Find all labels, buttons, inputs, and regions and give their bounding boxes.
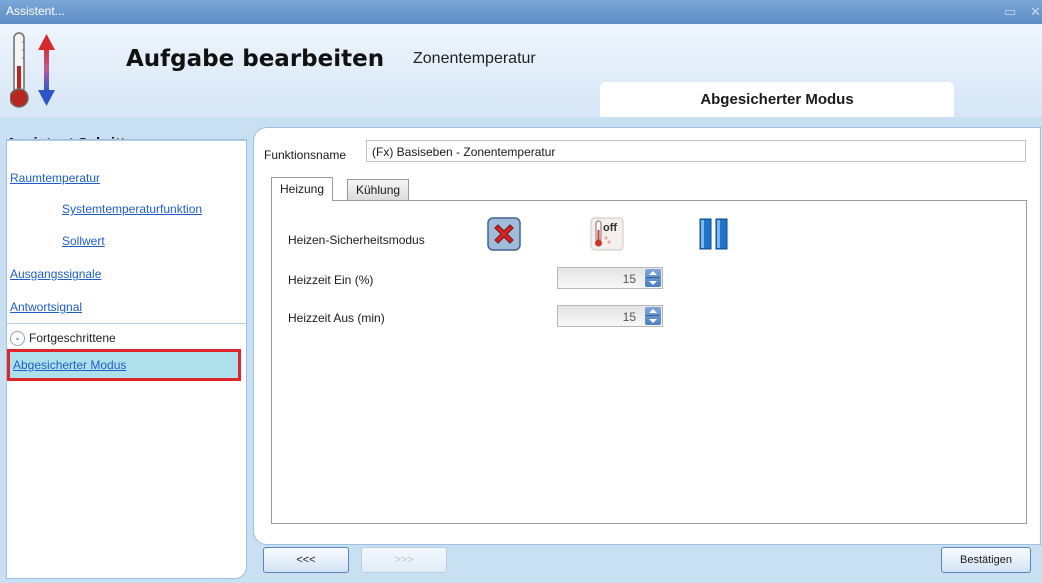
- sidebar-item-abgesicherter-modus[interactable]: Abgesicherter Modus: [13, 358, 126, 372]
- heat-on-stepper[interactable]: 15: [557, 267, 663, 289]
- heat-off-value: 15: [622, 310, 636, 324]
- advanced-section-toggle[interactable]: ⌄ Fortgeschrittene: [10, 331, 116, 347]
- tab-kuehlung[interactable]: Kühlung: [347, 179, 410, 200]
- off-text: off: [603, 222, 617, 234]
- advanced-label: Fortgeschrittene: [29, 331, 116, 345]
- section-tab: Abgesicherter Modus: [600, 82, 954, 117]
- divider: [7, 323, 246, 324]
- next-button[interactable]: >>>: [361, 547, 447, 573]
- window-title-bar: Assistent... ▭ ✕: [0, 0, 1042, 24]
- tab-heizung[interactable]: Heizung: [271, 177, 334, 201]
- divider: [646, 277, 660, 278]
- heat-on-label: Heizzeit Ein (%): [288, 273, 374, 287]
- sidebar-item-selected[interactable]: Abgesicherter Modus: [7, 349, 241, 381]
- sidebar-item-raumtemperatur[interactable]: Raumtemperatur: [10, 171, 100, 185]
- divider: [7, 140, 246, 141]
- function-name-label: Funktionsname: [264, 148, 347, 162]
- heat-off-label: Heizzeit Aus (min): [288, 311, 385, 325]
- thermometer-icon: [10, 32, 55, 108]
- stepper-buttons[interactable]: [645, 307, 661, 325]
- wizard-header: Aufgabe bearbeiten Zonentemperatur Abges…: [0, 24, 1042, 117]
- heat-off-stepper[interactable]: 15: [557, 305, 663, 327]
- blue-bars-icon[interactable]: [696, 217, 732, 251]
- red-x-icon[interactable]: [487, 217, 521, 251]
- chevron-down-icon: ⌄: [10, 331, 25, 347]
- sidebar-item-systemtemperaturfunktion[interactable]: Systemtemperaturfunktion: [62, 202, 202, 216]
- main-panel: Funktionsname (Fx) Basiseben - Zonentemp…: [253, 127, 1041, 545]
- confirm-button[interactable]: Bestätigen: [941, 547, 1031, 573]
- safety-mode-label: Heizen-Sicherheitsmodus: [288, 233, 425, 247]
- wizard-steps-sidebar: Raumtemperatur Systemtemperaturfunktion …: [6, 139, 247, 579]
- window-title: Assistent...: [6, 4, 65, 18]
- stepper-buttons[interactable]: [645, 269, 661, 287]
- heat-on-value: 15: [622, 272, 636, 286]
- function-name-field[interactable]: (Fx) Basiseben - Zonentemperatur: [366, 140, 1026, 162]
- chevron-up-icon[interactable]: [649, 309, 657, 313]
- back-button[interactable]: <<<: [263, 547, 349, 573]
- close-icon[interactable]: ✕: [1030, 5, 1041, 19]
- page-subtitle: Zonentemperatur: [413, 50, 536, 67]
- sidebar-item-sollwert[interactable]: Sollwert: [62, 234, 105, 248]
- restore-icon[interactable]: ▭: [1004, 5, 1016, 19]
- chevron-down-icon[interactable]: [649, 319, 657, 323]
- chevron-up-icon[interactable]: [649, 271, 657, 275]
- tab-panel-heizung: Heizen-Sicherheitsmodus off Heizzeit Ein…: [271, 200, 1027, 524]
- sidebar-item-ausgangssignale[interactable]: Ausgangssignale: [10, 267, 101, 281]
- chevron-down-icon[interactable]: [649, 281, 657, 285]
- divider: [646, 315, 660, 316]
- thermometer-off-icon[interactable]: off: [590, 217, 624, 251]
- sidebar-item-antwortsignal[interactable]: Antwortsignal: [10, 300, 82, 314]
- page-title: Aufgabe bearbeiten: [126, 46, 385, 72]
